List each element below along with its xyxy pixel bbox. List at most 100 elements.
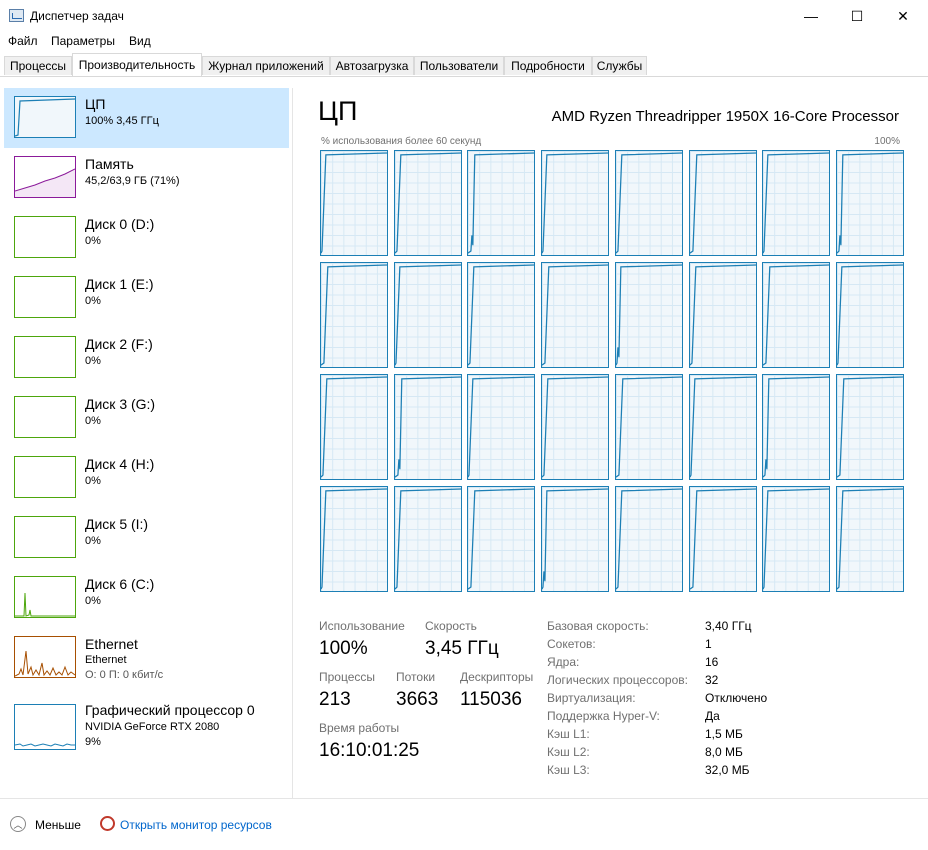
hyper-v-key: Поддержка Hyper-V:	[547, 709, 660, 723]
sidebar-item-detail: NVIDIA GeForce RTX 2080	[85, 721, 220, 733]
usage-curve	[321, 488, 387, 590]
logical-processor-graph	[320, 150, 388, 256]
page-title: ЦП	[318, 96, 358, 126]
resource-list: ЦП 100% 3,45 ГГц Память 45,2/63,9 ГБ (71…	[0, 88, 293, 798]
disk-thumbnail-graph	[14, 276, 76, 318]
sidebar-item-detail: 0%	[85, 235, 101, 247]
usage-curve	[468, 376, 535, 478]
window-title: Диспетчер задач	[30, 9, 124, 23]
logical-processor-graph	[835, 150, 904, 256]
tab-users[interactable]: Пользователи	[414, 56, 504, 75]
logical-processor-graph	[393, 374, 462, 480]
cores-value: 16	[705, 655, 719, 669]
tab-details[interactable]: Подробности	[504, 56, 592, 75]
sidebar-item-ethernet[interactable]: Ethernet Ethernet О: 0 П: 0 кбит/с	[4, 628, 289, 688]
sidebar-item-disk-5[interactable]: Диск 5 (I:) 0%	[4, 508, 289, 568]
logical-processor-graph	[320, 262, 388, 368]
sidebar-item-gpu-0[interactable]: Графический процессор 0 NVIDIA GeForce R…	[4, 694, 289, 754]
logical-processor-graph	[614, 262, 683, 368]
threads-label: Потоки	[396, 670, 436, 684]
sidebar-item-name: Диск 0 (D:)	[85, 216, 155, 232]
sidebar-item-name: Диск 6 (C:)	[85, 576, 155, 592]
cores-key: Ядра:	[547, 655, 580, 669]
maximize-button[interactable]: ☐	[834, 0, 880, 32]
sidebar-item-disk-2[interactable]: Диск 2 (F:) 0%	[4, 328, 289, 388]
logical-processor-graph	[614, 374, 683, 480]
l3-cache-key: Кэш L3:	[547, 763, 590, 777]
usage-curve	[836, 488, 903, 590]
logical-processor-graphs[interactable]	[320, 150, 904, 594]
usage-curve	[394, 488, 461, 590]
sidebar-item-usage: 9%	[85, 736, 101, 748]
usage-curve	[763, 376, 830, 478]
virtualization-key: Виртуализация:	[547, 691, 636, 705]
menu-file[interactable]: Файл	[8, 34, 38, 48]
usage-curve	[321, 376, 387, 478]
l1-cache-key: Кэш L1:	[547, 727, 590, 741]
sidebar-item-detail: 0%	[85, 595, 101, 607]
sidebar-item-disk-0[interactable]: Диск 0 (D:) 0%	[4, 208, 289, 268]
logical-processor-graph	[614, 486, 683, 592]
usage-curve	[394, 152, 461, 254]
logical-processor-graph	[835, 486, 904, 592]
usage-curve	[763, 264, 830, 366]
threads-value: 3663	[396, 689, 439, 710]
graph-caption: % использования более 60 секунд	[321, 136, 482, 147]
sidebar-item-detail: 45,2/63,9 ГБ (71%)	[85, 175, 180, 187]
open-resource-monitor-link[interactable]: Открыть монитор ресурсов	[120, 818, 272, 832]
sidebar-item-disk-6[interactable]: Диск 6 (C:) 0%	[4, 568, 289, 628]
title-bar[interactable]: Диспетчер задач — ☐ ✕	[0, 0, 928, 32]
tab-processes[interactable]: Процессы	[4, 56, 72, 75]
disk-thumbnail-graph	[14, 456, 76, 498]
tab-performance[interactable]: Производительность	[72, 53, 202, 76]
minimize-button[interactable]: —	[788, 0, 834, 32]
resource-monitor-icon	[100, 816, 115, 831]
uptime-value: 16:10:01:25	[319, 740, 420, 761]
sidebar-item-memory[interactable]: Память 45,2/63,9 ГБ (71%)	[4, 148, 289, 208]
sidebar-item-name: Память	[85, 156, 134, 172]
virtualization-value: Отключено	[705, 691, 768, 705]
chevron-up-icon[interactable]: ︿	[10, 816, 26, 832]
sidebar-item-name: Диск 2 (F:)	[85, 336, 153, 352]
logical-processor-graph	[393, 262, 462, 368]
sidebar-item-disk-4[interactable]: Диск 4 (H:) 0%	[4, 448, 289, 508]
sidebar-item-disk-1[interactable]: Диск 1 (E:) 0%	[4, 268, 289, 328]
logical-processor-graph	[762, 262, 831, 368]
sidebar-item-name: Диск 1 (E:)	[85, 276, 154, 292]
usage-curve	[321, 264, 387, 366]
logical-processor-graph	[320, 374, 388, 480]
speed-label: Скорость	[425, 619, 477, 633]
logical-processor-graph	[762, 374, 831, 480]
menu-bar: Файл Параметры Вид	[0, 32, 928, 52]
logical-processor-graph	[835, 262, 904, 368]
fewer-details-button[interactable]: Меньше	[35, 818, 81, 832]
logical-processor-graph	[541, 374, 610, 480]
base-speed-value: 3,40 ГГц	[705, 619, 752, 633]
usage-curve	[689, 488, 756, 590]
usage-label: Использование	[319, 619, 405, 633]
logical-processor-graph	[541, 486, 610, 592]
menu-view[interactable]: Вид	[129, 34, 151, 48]
tab-services[interactable]: Службы	[592, 56, 647, 75]
usage-curve	[836, 152, 903, 254]
hyper-v-value: Да	[705, 709, 720, 723]
disk-thumbnail-graph	[14, 516, 76, 558]
l2-cache-value: 8,0 МБ	[705, 745, 743, 759]
usage-curve	[321, 152, 387, 254]
tab-app-history[interactable]: Журнал приложений	[202, 56, 330, 75]
tab-startup[interactable]: Автозагрузка	[330, 56, 414, 75]
menu-options[interactable]: Параметры	[51, 34, 115, 48]
close-button[interactable]: ✕	[880, 0, 926, 32]
sockets-value: 1	[705, 637, 712, 651]
usage-curve	[836, 376, 903, 478]
processes-value: 213	[319, 689, 351, 710]
logical-processor-graph	[393, 486, 462, 592]
logical-processor-graph	[467, 374, 536, 480]
logical-processor-graph	[614, 150, 683, 256]
logical-processor-graph	[688, 486, 757, 592]
sidebar-item-cpu[interactable]: ЦП 100% 3,45 ГГц	[4, 88, 289, 148]
sidebar-item-disk-3[interactable]: Диск 3 (G:) 0%	[4, 388, 289, 448]
usage-curve	[689, 152, 756, 254]
base-speed-key: Базовая скорость:	[547, 619, 649, 633]
usage-curve	[542, 152, 609, 254]
